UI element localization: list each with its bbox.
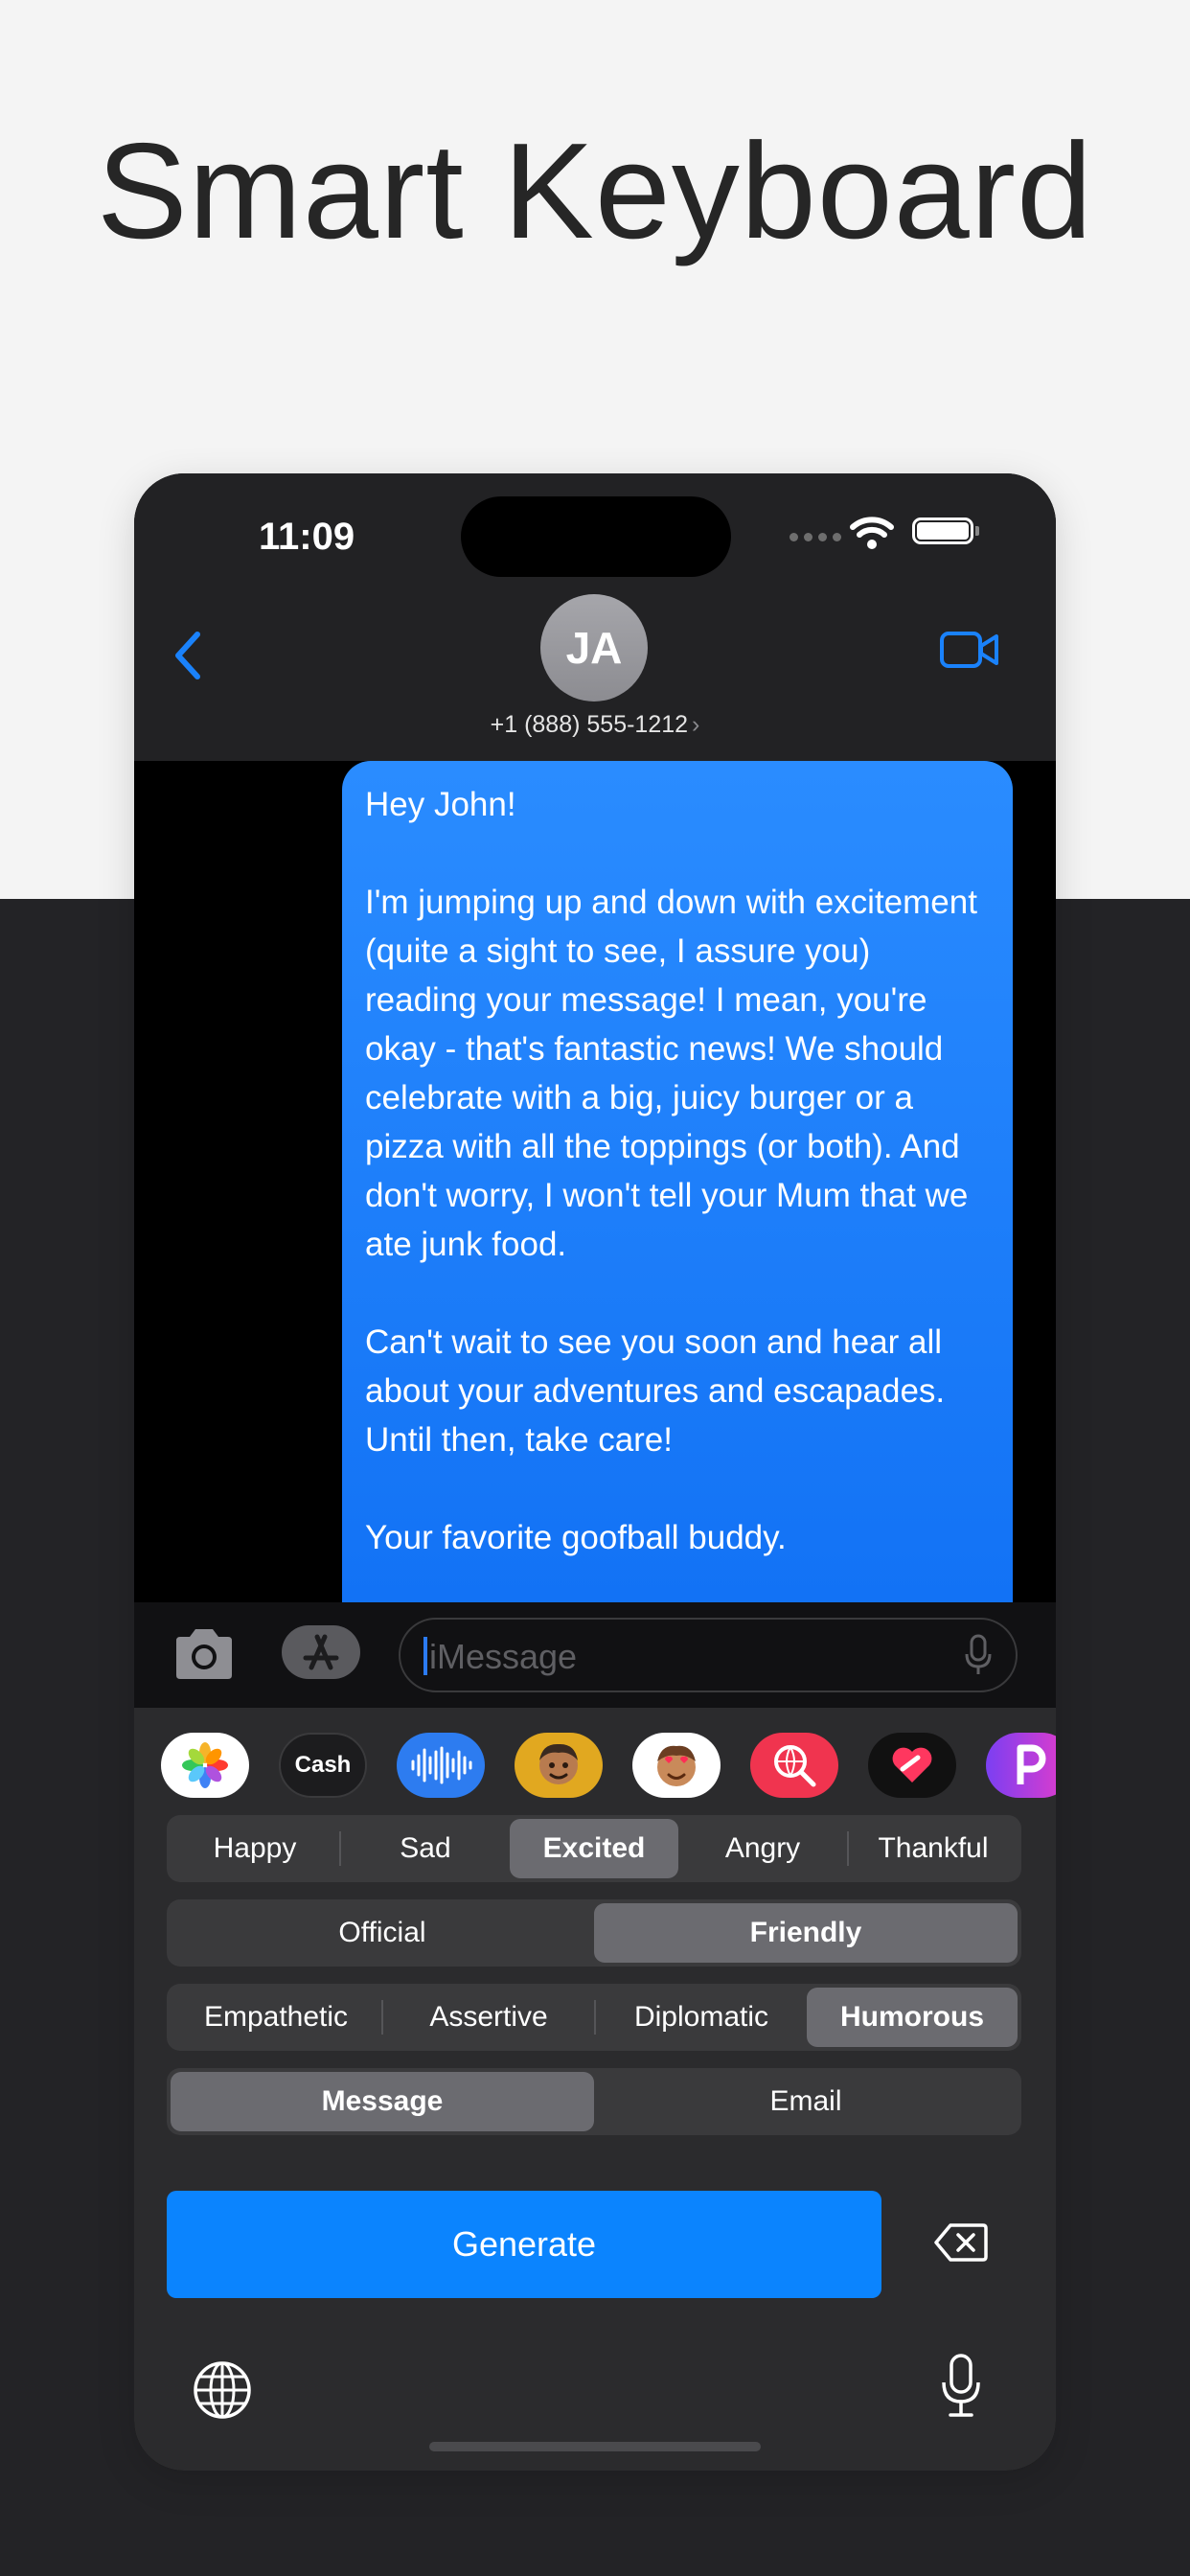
format-label: Email bbox=[769, 2085, 842, 2117]
apple-cash-app-icon[interactable]: Cash bbox=[279, 1733, 367, 1798]
imessage-apps-row: Cash bbox=[161, 1733, 1056, 1798]
formality-option-official[interactable]: Official bbox=[171, 1903, 594, 1963]
formality-label: Official bbox=[338, 1917, 426, 1948]
text-cursor bbox=[423, 1637, 427, 1675]
photos-app-icon[interactable] bbox=[161, 1733, 249, 1798]
signal-icon bbox=[790, 533, 841, 541]
tone-label: Assertive bbox=[429, 2001, 548, 2033]
headline: Smart Keyboard bbox=[96, 115, 1094, 267]
waveform-icon bbox=[411, 1746, 472, 1784]
app-store-button[interactable] bbox=[282, 1625, 360, 1679]
memoji-app-icon[interactable] bbox=[515, 1733, 603, 1798]
format-option-message[interactable]: Message bbox=[171, 2072, 594, 2131]
heart-icon bbox=[892, 1747, 932, 1782]
mood-option-thankful[interactable]: Thankful bbox=[849, 1819, 1018, 1878]
phone-screen: 11:09 JA +1 (888) 555-1212 › Hey John! I'… bbox=[134, 473, 1056, 2471]
mood-option-angry[interactable]: Angry bbox=[678, 1819, 847, 1878]
mood-option-excited[interactable]: Excited bbox=[510, 1819, 678, 1878]
tone-option-empathetic[interactable]: Empathetic bbox=[171, 1988, 381, 2047]
mood-label: Happy bbox=[213, 1832, 297, 1864]
formality-selector: Official Friendly bbox=[167, 1899, 1021, 1966]
imessage-input[interactable]: iMessage bbox=[399, 1618, 1018, 1692]
delete-icon[interactable] bbox=[933, 2221, 989, 2264]
imessage-placeholder: iMessage bbox=[429, 1637, 578, 1676]
formality-label: Friendly bbox=[749, 1917, 862, 1948]
format-selector: Message Email bbox=[167, 2068, 1021, 2135]
third-party-app-icon[interactable] bbox=[986, 1733, 1056, 1798]
mood-label: Thankful bbox=[878, 1832, 989, 1864]
tone-label: Humorous bbox=[840, 2001, 984, 2033]
conversation-header: 11:09 JA +1 (888) 555-1212 › bbox=[134, 473, 1056, 761]
message-bubble: Hey John! I'm jumping up and down with e… bbox=[342, 761, 1013, 1604]
generate-button[interactable]: Generate bbox=[167, 2191, 881, 2298]
tone-selector: Empathetic Assertive Diplomatic Humorous bbox=[167, 1984, 1021, 2051]
apple-cash-label: Cash bbox=[294, 1752, 352, 1778]
sticker-face-icon bbox=[657, 1745, 696, 1786]
mood-label: Excited bbox=[542, 1832, 646, 1864]
globe-search-icon bbox=[774, 1745, 816, 1787]
contact-avatar[interactable]: JA bbox=[540, 594, 648, 702]
globe-icon[interactable] bbox=[192, 2359, 253, 2421]
contact-phone-text: +1 (888) 555-1212 bbox=[490, 711, 689, 738]
memoji-stickers-app-icon[interactable] bbox=[632, 1733, 721, 1798]
mood-selector: Happy Sad Excited Angry Thankful bbox=[167, 1815, 1021, 1882]
mood-label: Angry bbox=[724, 1832, 801, 1864]
digital-touch-app-icon[interactable] bbox=[868, 1733, 956, 1798]
status-time: 11:09 bbox=[259, 516, 355, 558]
image-search-app-icon[interactable] bbox=[750, 1733, 838, 1798]
battery-tip bbox=[975, 526, 979, 536]
mood-label: Sad bbox=[400, 1832, 451, 1864]
video-call-icon[interactable] bbox=[939, 629, 1000, 671]
tone-option-humorous[interactable]: Humorous bbox=[807, 1988, 1018, 2047]
formality-option-friendly[interactable]: Friendly bbox=[594, 1903, 1018, 1963]
format-option-email[interactable]: Email bbox=[594, 2072, 1018, 2131]
camera-icon[interactable] bbox=[171, 1625, 238, 1681]
tone-option-assertive[interactable]: Assertive bbox=[383, 1988, 594, 2047]
p-letter-icon bbox=[1017, 1744, 1046, 1784]
memoji-face-icon bbox=[539, 1743, 578, 1784]
format-label: Message bbox=[321, 2085, 444, 2117]
dynamic-island bbox=[461, 496, 731, 577]
photos-flower-icon bbox=[182, 1742, 228, 1788]
battery-icon bbox=[912, 518, 973, 544]
wifi-icon bbox=[850, 517, 894, 549]
back-chevron-icon[interactable] bbox=[169, 629, 207, 682]
app-store-icon bbox=[303, 1634, 339, 1670]
avatar-initials: JA bbox=[565, 623, 623, 673]
tone-label: Diplomatic bbox=[633, 2001, 769, 2033]
mood-option-sad[interactable]: Sad bbox=[341, 1819, 510, 1878]
tone-option-diplomatic[interactable]: Diplomatic bbox=[596, 1988, 807, 2047]
input-bar: iMessage bbox=[134, 1602, 1056, 1708]
smart-keyboard: Cash Happy Sad Excited Angry Thankful Of… bbox=[134, 1708, 1056, 2471]
dictation-mic-icon[interactable] bbox=[939, 2352, 983, 2419]
tone-label: Empathetic bbox=[203, 2001, 349, 2033]
mood-option-happy[interactable]: Happy bbox=[171, 1819, 339, 1878]
home-indicator bbox=[429, 2442, 761, 2451]
dictation-mic-icon[interactable] bbox=[964, 1633, 993, 1677]
audio-message-app-icon[interactable] bbox=[397, 1733, 485, 1798]
contact-chevron: › bbox=[692, 711, 700, 738]
contact-phone[interactable]: +1 (888) 555-1212 › bbox=[134, 711, 1056, 739]
